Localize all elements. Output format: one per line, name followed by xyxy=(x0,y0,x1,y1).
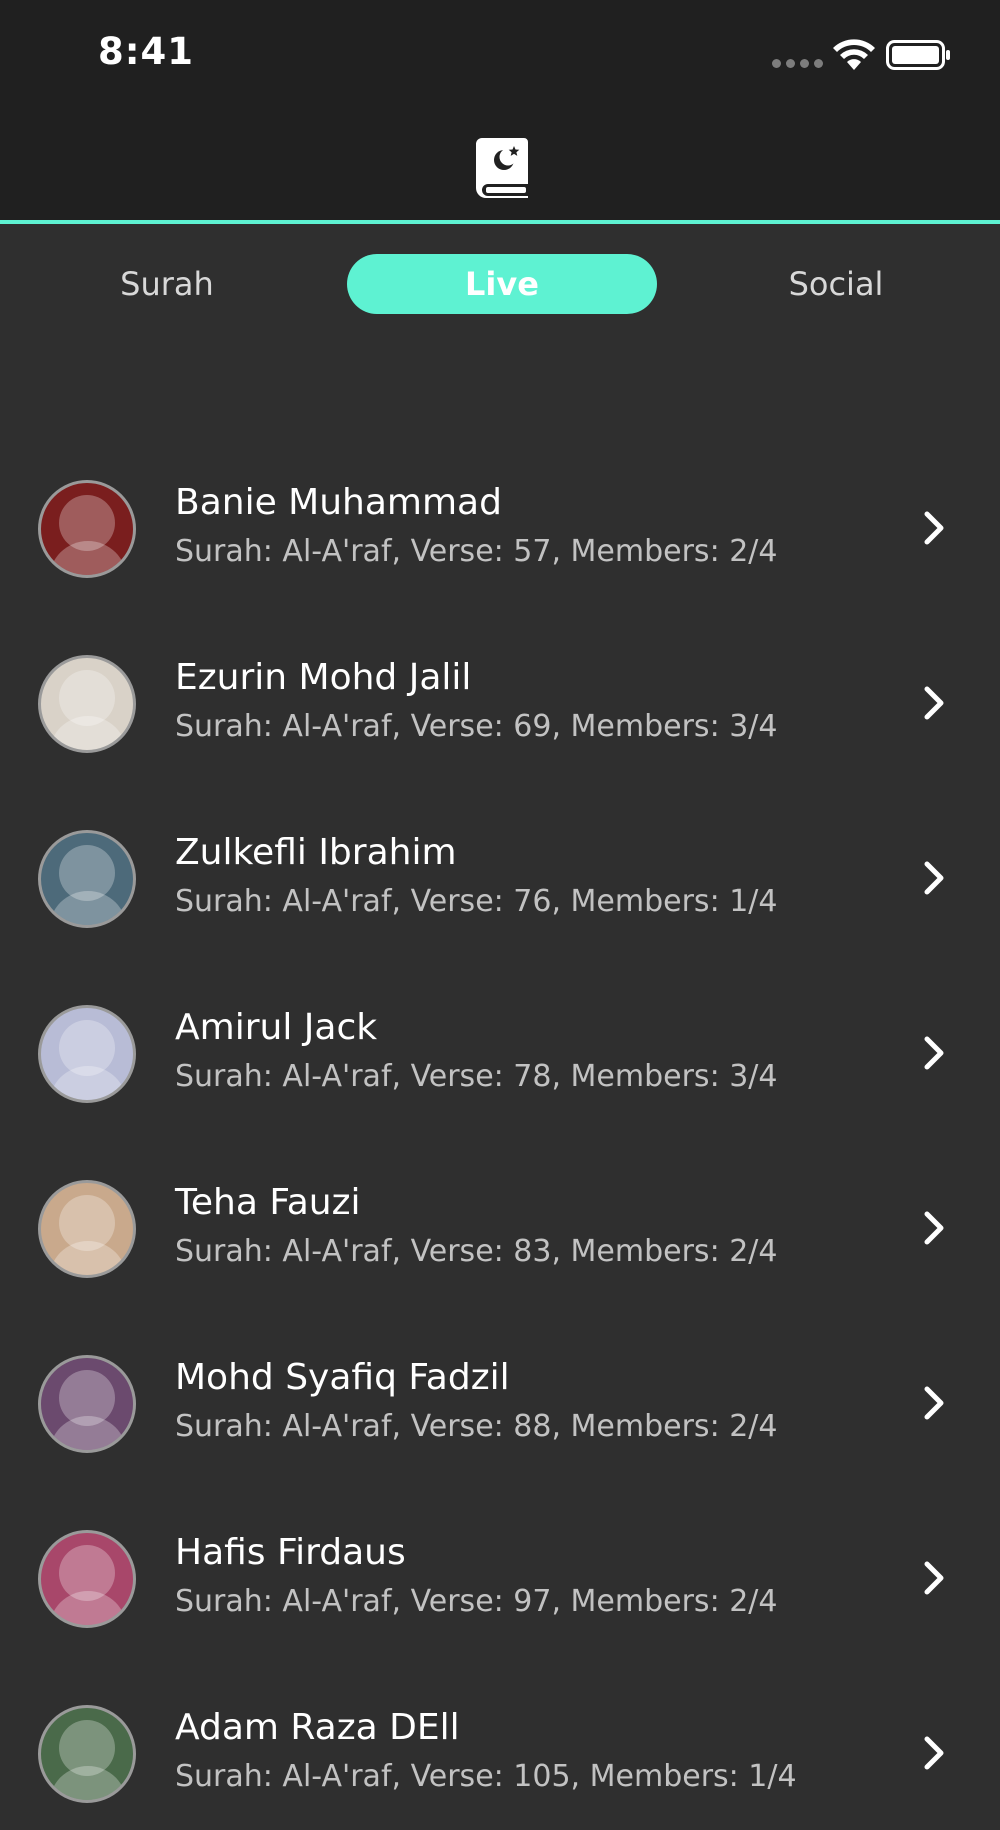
session-host-name: Hafis Firdaus xyxy=(175,1532,406,1573)
chevron-right-icon xyxy=(924,1736,944,1770)
list-item[interactable]: Mohd Syafiq Fadzil Surah: Al-A'raf, Vers… xyxy=(0,1305,1000,1480)
chevron-right-icon xyxy=(924,686,944,720)
list-item[interactable]: Banie Muhammad Surah: Al-A'raf, Verse: 5… xyxy=(0,430,1000,605)
avatar xyxy=(38,830,136,928)
wifi-icon xyxy=(833,39,875,70)
session-detail: Surah: Al-A'raf, Verse: 78, Members: 3/4 xyxy=(175,1059,778,1094)
session-detail: Surah: Al-A'raf, Verse: 83, Members: 2/4 xyxy=(175,1234,778,1269)
list-item[interactable]: Hafis Firdaus Surah: Al-A'raf, Verse: 97… xyxy=(0,1480,1000,1655)
session-detail: Surah: Al-A'raf, Verse: 76, Members: 1/4 xyxy=(175,884,778,919)
chevron-right-icon xyxy=(924,1036,944,1070)
list-item[interactable]: Zulkefli Ibrahim Surah: Al-A'raf, Verse:… xyxy=(0,780,1000,955)
tab-surah[interactable]: Surah xyxy=(60,254,274,314)
tab-live[interactable]: Live xyxy=(347,254,657,314)
session-host-name: Mohd Syafiq Fadzil xyxy=(175,1357,510,1398)
status-bar: 8:41 xyxy=(0,0,1000,110)
chevron-right-icon xyxy=(924,511,944,545)
avatar xyxy=(38,655,136,753)
cellular-signal-icon xyxy=(772,59,823,68)
avatar xyxy=(38,1705,136,1803)
nav-header xyxy=(0,110,1000,224)
session-detail: Surah: Al-A'raf, Verse: 97, Members: 2/4 xyxy=(175,1584,778,1619)
battery-icon xyxy=(886,40,950,70)
list-item[interactable]: Adam Raza DEll Surah: Al-A'raf, Verse: 1… xyxy=(0,1655,1000,1830)
chevron-right-icon xyxy=(924,861,944,895)
avatar xyxy=(38,1355,136,1453)
avatar xyxy=(38,1530,136,1628)
session-detail: Surah: Al-A'raf, Verse: 88, Members: 2/4 xyxy=(175,1409,778,1444)
session-host-name: Banie Muhammad xyxy=(175,482,502,523)
session-detail: Surah: Al-A'raf, Verse: 105, Members: 1/… xyxy=(175,1759,797,1794)
session-detail: Surah: Al-A'raf, Verse: 57, Members: 2/4 xyxy=(175,534,778,569)
tab-social[interactable]: Social xyxy=(728,254,944,314)
segmented-tabs: Surah Live Social xyxy=(0,228,1000,338)
avatar xyxy=(38,1005,136,1103)
list-item[interactable]: Teha Fauzi Surah: Al-A'raf, Verse: 83, M… xyxy=(0,1130,1000,1305)
chevron-right-icon xyxy=(924,1561,944,1595)
avatar xyxy=(38,1180,136,1278)
status-time: 8:41 xyxy=(98,30,195,73)
quran-book-icon xyxy=(476,138,528,198)
list-item[interactable]: Ezurin Mohd Jalil Surah: Al-A'raf, Verse… xyxy=(0,605,1000,780)
live-session-list: Banie Muhammad Surah: Al-A'raf, Verse: 5… xyxy=(0,430,1000,1830)
session-host-name: Zulkefli Ibrahim xyxy=(175,832,457,873)
session-host-name: Adam Raza DEll xyxy=(175,1707,460,1748)
chevron-right-icon xyxy=(924,1386,944,1420)
session-host-name: Ezurin Mohd Jalil xyxy=(175,657,472,698)
session-detail: Surah: Al-A'raf, Verse: 69, Members: 3/4 xyxy=(175,709,778,744)
session-host-name: Amirul Jack xyxy=(175,1007,378,1048)
avatar xyxy=(38,480,136,578)
chevron-right-icon xyxy=(924,1211,944,1245)
list-item[interactable]: Amirul Jack Surah: Al-A'raf, Verse: 78, … xyxy=(0,955,1000,1130)
session-host-name: Teha Fauzi xyxy=(175,1182,361,1223)
